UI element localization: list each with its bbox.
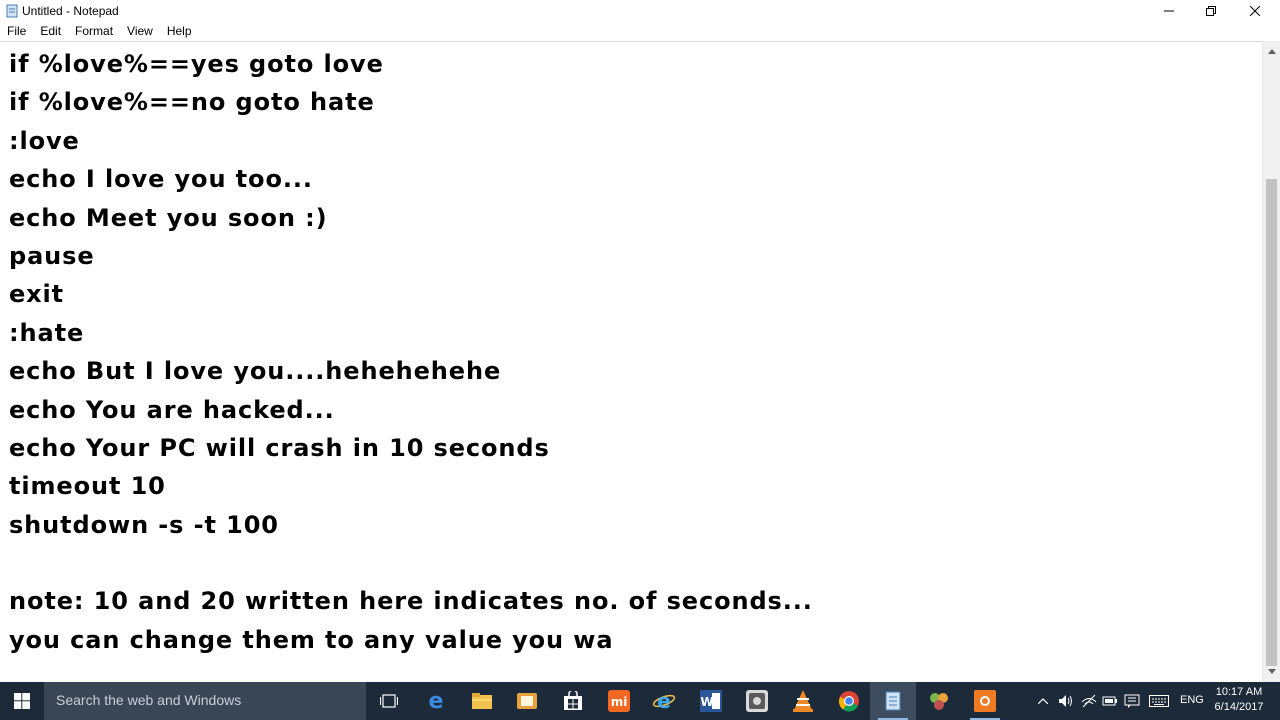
battery-icon: [1102, 696, 1117, 706]
action-center-button[interactable]: [1122, 682, 1142, 720]
language-indicator[interactable]: ENG: [1180, 694, 1204, 706]
recorder-icon: [974, 690, 996, 712]
volume-icon: [1059, 695, 1072, 707]
text-line: if %love%==no goto hate: [9, 88, 375, 117]
media-app-icon: [517, 693, 537, 709]
taskbar-media-app[interactable]: [504, 682, 550, 720]
text-line: echo I love you too...: [9, 165, 313, 194]
menu-help[interactable]: Help: [160, 22, 199, 41]
volume-button[interactable]: [1056, 682, 1076, 720]
svg-text:mi: mi: [611, 695, 628, 709]
clock-date: 6/14/2017: [1214, 701, 1264, 713]
task-view-icon: [380, 694, 398, 708]
menu-file[interactable]: File: [0, 22, 33, 41]
search-placeholder: Search the web and Windows: [56, 692, 242, 708]
scrollbar-thumb[interactable]: [1266, 179, 1277, 666]
taskbar: Search the web and Windows e mi e W ENG …: [0, 682, 1280, 720]
file-explorer-icon: [472, 693, 492, 709]
power-button[interactable]: [1100, 682, 1120, 720]
taskbar-mi[interactable]: mi: [596, 682, 642, 720]
edge-icon: e: [429, 690, 444, 712]
editor-content: if %love%==yes goto love if %love%==no g…: [0, 42, 1262, 659]
text-line: pause: [9, 241, 95, 270]
menu-view[interactable]: View: [120, 22, 160, 41]
text-line: :hate: [9, 318, 85, 347]
taskbar-finder-app[interactable]: [734, 682, 780, 720]
taskbar-app[interactable]: [916, 682, 962, 720]
taskbar-store[interactable]: [550, 682, 596, 720]
notepad-icon: [885, 691, 901, 711]
keyboard-icon: [1149, 695, 1169, 707]
taskbar-notepad[interactable]: [870, 682, 916, 720]
taskbar-edge[interactable]: e: [413, 682, 459, 720]
clock[interactable]: 10:17 AM 6/14/2017: [1206, 685, 1272, 715]
restore-button[interactable]: [1188, 0, 1234, 22]
text-line: note: 10 and 20 written here indicates n…: [9, 587, 813, 616]
taskbar-search-box[interactable]: Search the web and Windows: [44, 682, 366, 720]
taskbar-chrome[interactable]: [826, 682, 872, 720]
taskbar-word[interactable]: W: [688, 682, 734, 720]
internet-explorer-icon: e: [652, 690, 676, 712]
text-line: if %love%==yes goto love: [9, 50, 384, 78]
message-icon: [1124, 694, 1140, 708]
app-icon: [930, 693, 948, 710]
text-line: you can change them to any value you wa: [9, 625, 614, 654]
text-line: echo Meet you soon :): [9, 203, 328, 232]
svg-text:W: W: [700, 695, 713, 709]
close-button[interactable]: [1232, 0, 1278, 22]
chevron-down-icon: [1267, 669, 1276, 674]
store-icon: [564, 691, 582, 710]
scroll-up-button[interactable]: [1263, 43, 1280, 60]
chevron-up-icon: [1038, 698, 1048, 704]
network-button[interactable]: [1079, 682, 1099, 720]
svg-text:e: e: [429, 690, 444, 712]
taskbar-file-explorer[interactable]: [459, 682, 505, 720]
restore-icon: [1206, 6, 1216, 16]
text-editor[interactable]: if %love%==yes goto love if %love%==no g…: [0, 41, 1262, 682]
wifi-icon: [1081, 694, 1097, 708]
text-line: [0, 544, 1262, 582]
word-icon: W: [700, 690, 722, 712]
finder-app-icon: [746, 690, 768, 712]
windows-logo-icon: [14, 693, 30, 709]
text-line: echo You are hacked...: [9, 395, 335, 424]
taskbar-internet-explorer[interactable]: e: [641, 682, 687, 720]
clock-time: 10:17 AM: [1215, 686, 1263, 698]
text-line: echo But I love you....hehehehehe: [9, 357, 502, 386]
menu-edit[interactable]: Edit: [33, 22, 68, 41]
title-bar[interactable]: Untitled - Notepad: [0, 0, 1280, 22]
menu-format[interactable]: Format: [68, 22, 120, 41]
show-hidden-icons-button[interactable]: [1034, 682, 1052, 720]
window-title: Untitled - Notepad: [22, 4, 119, 18]
vertical-scrollbar[interactable]: [1262, 41, 1280, 682]
minimize-button[interactable]: [1146, 0, 1192, 22]
keyboard-button[interactable]: [1146, 682, 1172, 720]
close-icon: [1250, 6, 1260, 16]
text-line: :love: [9, 126, 80, 155]
taskbar-vlc[interactable]: [780, 682, 826, 720]
task-view-button[interactable]: [366, 682, 412, 720]
svg-text:e: e: [657, 690, 671, 712]
text-line: shutdown -s -t 100: [9, 510, 279, 539]
taskbar-recorder[interactable]: [962, 682, 1008, 720]
text-line: timeout 10: [9, 472, 166, 501]
chevron-up-icon: [1267, 49, 1276, 54]
vlc-icon: [793, 690, 813, 712]
minimize-icon: [1164, 10, 1174, 12]
chrome-icon: [838, 691, 859, 712]
text-line: echo Your PC will crash in 10 seconds: [9, 433, 550, 462]
menu-bar: File Edit Format View Help: [0, 22, 1280, 41]
start-button[interactable]: [0, 682, 44, 720]
notepad-icon: [6, 4, 18, 18]
scroll-down-button[interactable]: [1263, 663, 1280, 680]
mi-icon: mi: [608, 690, 630, 712]
text-line: exit: [9, 280, 65, 309]
